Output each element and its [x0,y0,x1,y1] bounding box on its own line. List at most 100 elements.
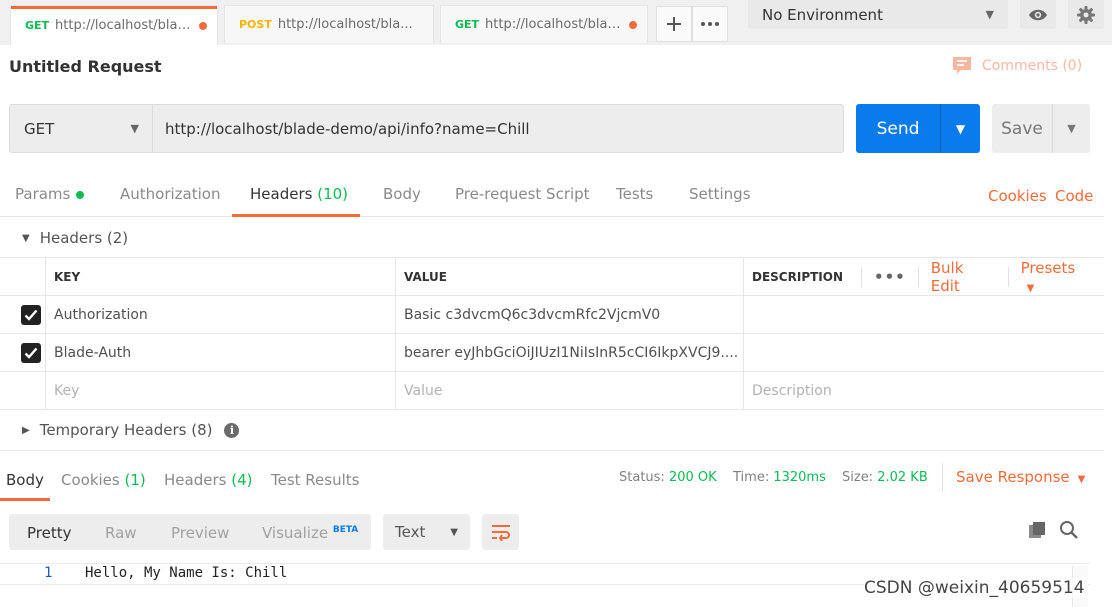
view-visualize[interactable]: Visualize BETA [262,524,358,542]
tab-tests[interactable]: Tests [616,185,653,203]
comments-button[interactable]: Comments (0) [952,56,1082,75]
request-name[interactable]: Untitled Request [9,57,162,76]
headers-section-title: Headers (2) [39,229,129,247]
header-description-cell[interactable] [743,296,1104,333]
tab-authorization[interactable]: Authorization [120,185,220,203]
response-tab-cookies[interactable]: Cookies (1) [61,471,146,489]
format-select[interactable]: Text ▼ [383,514,470,550]
view-pretty[interactable]: Pretty [27,524,72,542]
save-button[interactable]: Save ▼ [992,104,1090,153]
tab-prerequest-script[interactable]: Pre-request Script [455,185,590,203]
divider [1007,266,1009,287]
header-description-cell[interactable] [743,334,1104,371]
params-indicator-dot-icon [76,190,85,199]
environment-label: No Environment [762,5,883,24]
new-description-input[interactable]: Description [743,372,1104,409]
caret-down-icon: ▼ [1077,474,1086,485]
tab-url: http://localhost/bla... [277,17,413,32]
copy-button[interactable] [1028,521,1046,543]
presets-dropdown[interactable]: Presets ▼ [1021,259,1092,295]
request-tab-strip: GET http://localhost/blade... POST http:… [0,0,1112,45]
header-key-cell[interactable]: Blade-Auth [45,334,395,371]
tab-body[interactable]: Body [383,185,421,203]
new-tab-button[interactable] [656,6,692,42]
method-select[interactable]: GET ▼ [9,104,153,153]
divider [861,266,862,287]
column-value: VALUE [395,258,743,295]
request-tab-1[interactable]: GET http://localhost/blade... [10,5,218,45]
send-button[interactable]: Send ▼ [856,104,980,153]
response-tab-body[interactable]: Body [6,471,44,489]
response-tab-cookies-count: (1) [124,471,146,489]
active-tab-indicator [232,214,360,217]
more-horizontal-icon [701,22,719,26]
active-response-tab-indicator [0,498,50,501]
wrap-lines-button[interactable] [482,514,519,550]
unsaved-dot-icon [199,21,207,30]
response-tabs: Body Cookies (1) Headers (4) Test Result… [0,450,1104,501]
request-tab-3[interactable]: GET http://localhost/blade... [440,5,648,43]
tab-method: POST [239,18,272,31]
header-key-cell[interactable]: Authorization [45,296,395,333]
code-link[interactable]: Code [1055,187,1093,205]
search-button[interactable] [1059,520,1079,544]
time-label: Time: [733,470,770,485]
response-tab-headers-label: Headers [164,471,227,489]
request-tab-2[interactable]: POST http://localhost/bla... [224,5,434,43]
caret-down-icon: ▼ [450,526,458,538]
headers-table: KEY VALUE DESCRIPTION ••• Bulk Edit Pres… [0,257,1104,410]
tab-more-button[interactable] [692,6,728,42]
watermark: CSDN @weixin_40659514 [864,578,1085,598]
view-preview[interactable]: Preview [171,524,229,542]
response-status: Status: 200 OK [619,470,717,485]
tab-url: http://localhost/blade... [485,17,623,32]
tab-settings[interactable]: Settings [689,185,751,203]
column-key: KEY [45,258,395,295]
search-icon [1060,521,1078,539]
tab-headers-count: (10) [317,185,349,203]
url-input[interactable]: http://localhost/blade-demo/api/info?nam… [152,104,844,153]
tab-url: http://localhost/blade... [55,18,193,33]
headers-section-toggle[interactable]: ▼ Headers (2) [22,229,128,247]
header-actions: ••• Bulk Edit Presets ▼ [861,258,1104,295]
save-options-chevron-icon[interactable]: ▼ [1053,122,1090,135]
caret-down-icon: ▼ [1026,282,1035,294]
view-raw[interactable]: Raw [105,524,137,542]
row-checkbox[interactable] [21,343,41,363]
request-tabs: Params Authorization Headers (10) Body P… [0,172,1104,217]
header-value-cell[interactable]: Basic c3dvcmQ6c3dvcmRfc2VjcmV0 [395,296,743,333]
wrap-lines-icon [491,525,510,541]
caret-right-icon: ▶ [22,424,30,436]
cookies-link[interactable]: Cookies [988,187,1047,205]
response-tab-headers-count: (4) [231,471,253,489]
unsaved-dot-icon [629,20,637,29]
row-checkbox[interactable] [21,305,41,325]
line-number: 1 [44,565,53,581]
tab-headers[interactable]: Headers (10) [250,185,348,203]
response-tab-headers[interactable]: Headers (4) [164,471,252,489]
new-value-input[interactable]: Value [395,372,743,409]
beta-badge: BETA [332,525,359,535]
response-time: Time: 1320ms [733,470,826,485]
save-label: Save [1001,118,1043,139]
environment-select[interactable]: No Environment ▼ [748,0,1008,29]
divider [942,463,943,491]
send-label: Send [876,118,920,139]
tab-params[interactable]: Params [15,185,85,203]
caret-down-icon: ▼ [22,232,30,244]
environment-quick-look-button[interactable] [1020,0,1056,29]
save-response-dropdown[interactable]: Save Response ▼ [956,468,1085,486]
new-key-input[interactable]: Key [45,372,395,409]
presets-label: Presets [1020,258,1076,277]
settings-button[interactable] [1068,0,1104,29]
info-icon[interactable]: i [224,422,240,438]
tab-headers-label: Headers [250,185,313,203]
send-options-chevron-icon[interactable]: ▼ [941,122,980,136]
response-tab-test-results[interactable]: Test Results [271,471,359,489]
temporary-headers-toggle[interactable]: ▶ Temporary Headers (8) i [22,421,240,439]
header-value-cell[interactable]: bearer eyJhbGciOiJIUzI1NiIsInR5cCI6IkpXV… [395,334,743,371]
more-horizontal-icon[interactable]: ••• [874,268,906,286]
response-tab-cookies-label: Cookies [61,471,120,489]
gear-icon [1077,5,1095,24]
bulk-edit-link[interactable]: Bulk Edit [931,259,996,295]
